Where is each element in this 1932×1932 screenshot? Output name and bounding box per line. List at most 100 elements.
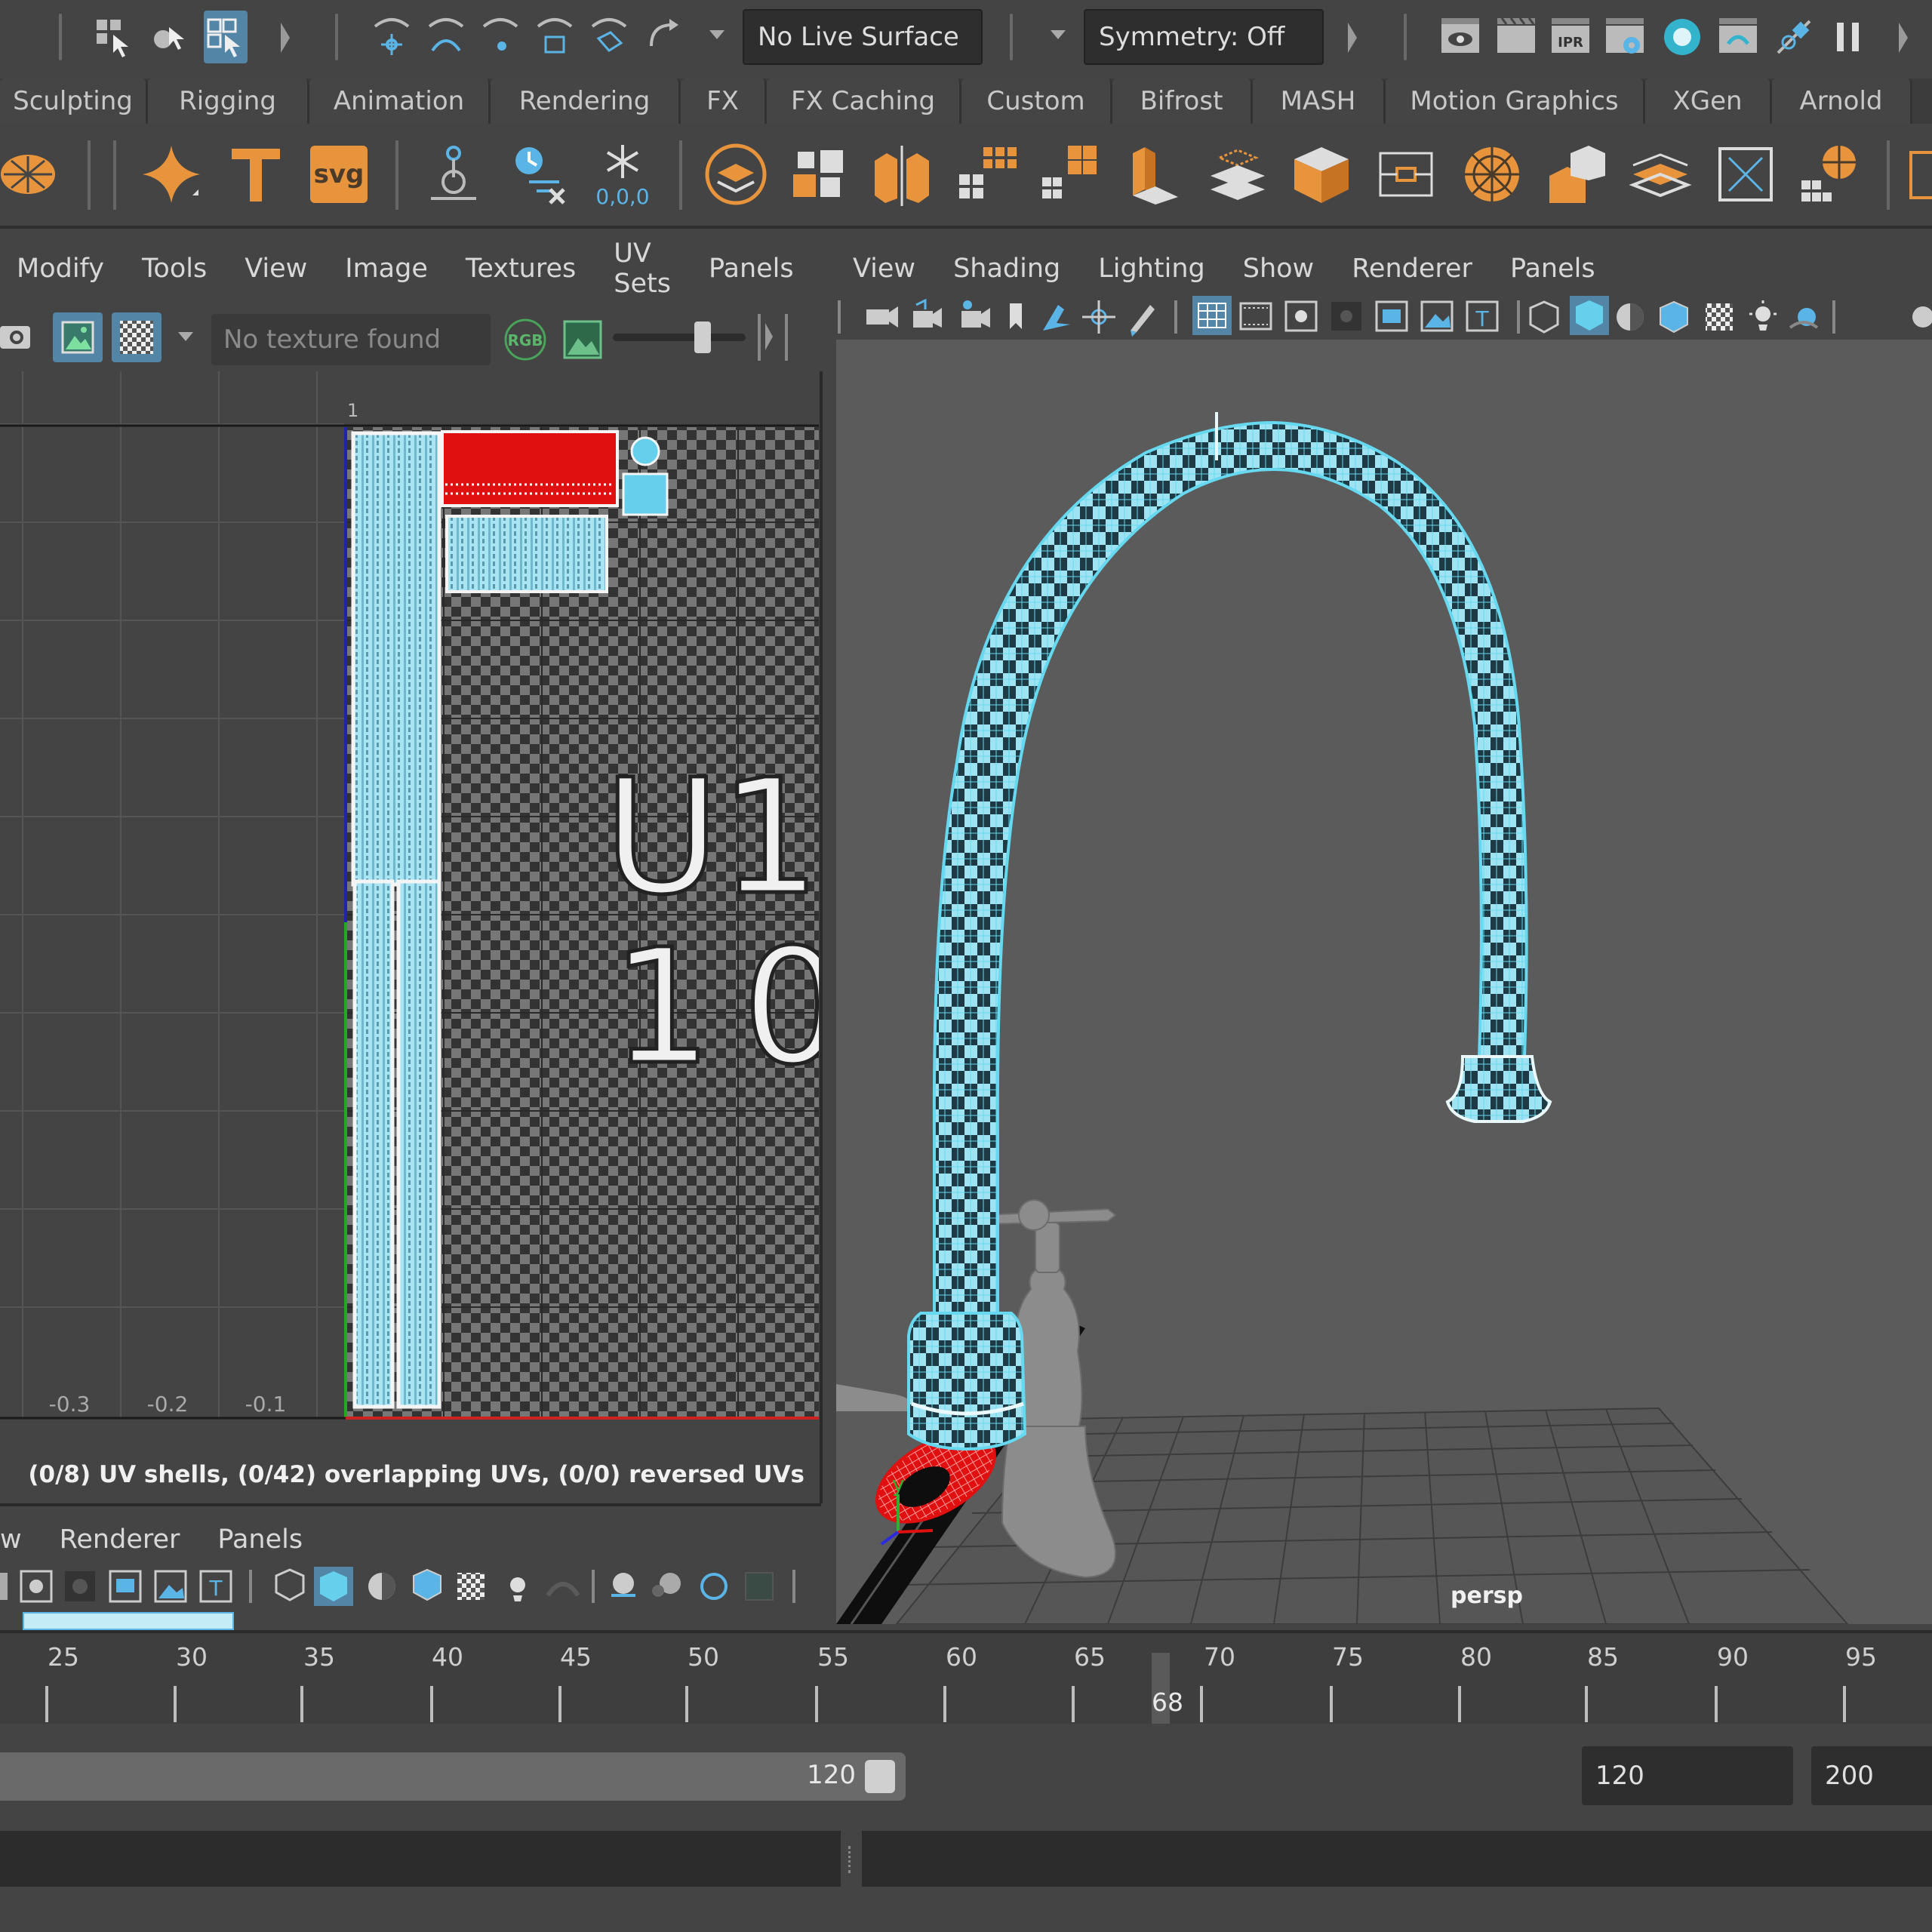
menu-panels[interactable]: Panels — [709, 254, 794, 284]
snapshot-icon[interactable] — [0, 314, 35, 356]
tab-rendering[interactable]: Rendering — [491, 78, 681, 124]
aerator-wireframe[interactable] — [1445, 1055, 1552, 1123]
stacked-planes-icon[interactable] — [1204, 140, 1272, 208]
star-icon[interactable] — [137, 140, 205, 208]
cube-icon[interactable] — [1287, 140, 1355, 208]
collapse-arrow-icon[interactable] — [765, 323, 773, 350]
ambient-occlusion-icon[interactable] — [613, 1573, 634, 1594]
snap-to-curve-icon[interactable] — [424, 11, 468, 63]
spout-wireframe[interactable] — [932, 420, 1528, 1383]
rgb-channel-icon[interactable]: RGB — [503, 317, 548, 362]
menu-view-cut[interactable]: w — [0, 1524, 22, 1555]
base-sleeve-wireframe[interactable] — [907, 1312, 1027, 1451]
tab-sculpting[interactable]: Sculpting — [0, 78, 148, 124]
viewport-canvas[interactable]: y persp — [836, 340, 1932, 1624]
menu-textures[interactable]: Textures — [466, 254, 576, 284]
blocks-icon[interactable] — [785, 140, 853, 208]
menu-panels[interactable]: Panels — [217, 1524, 303, 1555]
hypershade-icon[interactable] — [1660, 11, 1704, 63]
tab-custom[interactable]: Custom — [961, 78, 1112, 124]
use-all-lights-icon[interactable] — [1755, 306, 1770, 321]
pause-icon[interactable] — [1826, 11, 1870, 63]
layered-planes-icon[interactable] — [1627, 140, 1695, 208]
snowflake-reset-icon[interactable]: 0,0,0 — [589, 140, 657, 208]
image-adjust-icon[interactable] — [561, 318, 604, 361]
uv-shell-cap[interactable] — [630, 436, 660, 466]
snap-to-point-icon[interactable] — [478, 11, 522, 63]
textured-icon[interactable] — [457, 1573, 485, 1600]
snap-together-icon[interactable] — [643, 11, 687, 63]
duplicate-cube-icon[interactable] — [1543, 140, 1611, 208]
max-frame-field[interactable]: 200 — [1811, 1746, 1932, 1805]
menu-view[interactable]: View — [245, 254, 307, 284]
wireframe-icon[interactable] — [1529, 300, 1559, 334]
mel-input-field[interactable] — [0, 1831, 841, 1887]
tab-xgen[interactable]: XGen — [1645, 78, 1772, 124]
render-view-icon[interactable] — [1438, 11, 1482, 63]
symmetry-field[interactable]: Symmetry: Off — [1084, 9, 1324, 65]
render-sequence-icon[interactable] — [1716, 11, 1760, 63]
texture-field[interactable]: No texture found — [211, 314, 491, 365]
bookmark-icon[interactable] — [1010, 303, 1022, 329]
range-slider-handle[interactable] — [865, 1760, 895, 1793]
camera-attributes-icon[interactable] — [961, 311, 981, 328]
snap-to-grid-icon[interactable] — [370, 11, 414, 63]
display-image-icon[interactable] — [53, 312, 103, 362]
shadows-icon[interactable] — [546, 1582, 580, 1597]
splitter-handle[interactable] — [848, 1846, 854, 1873]
menu-modify[interactable]: Modify — [17, 254, 104, 284]
ipr-render-icon[interactable]: IPR — [1549, 11, 1592, 63]
bounding-box-icon[interactable] — [1372, 140, 1440, 208]
text-icon[interactable] — [222, 140, 290, 208]
depth-of-field-icon[interactable] — [745, 1572, 774, 1601]
camera-icon[interactable] — [866, 309, 889, 325]
checker-icon[interactable] — [112, 312, 162, 362]
make-live-icon[interactable] — [587, 11, 631, 63]
uv-shell-spout-lower-a[interactable] — [352, 879, 395, 1409]
image-plane-icon[interactable] — [1043, 305, 1070, 331]
snap-to-view-plane-icon[interactable] — [533, 11, 577, 63]
wheel-icon[interactable] — [1458, 140, 1526, 208]
light-icon[interactable] — [510, 1577, 525, 1592]
wireframe-on-shaded-icon[interactable] — [413, 1568, 441, 1601]
menu-renderer[interactable]: Renderer — [1352, 254, 1472, 284]
collapse-arrow-icon[interactable] — [1348, 23, 1357, 53]
menu-view[interactable]: View — [853, 254, 915, 284]
collapse-arrow-icon[interactable] — [1899, 23, 1908, 53]
dropdown-arrow-icon[interactable] — [178, 332, 193, 341]
tab-mash[interactable]: MASH — [1253, 78, 1386, 124]
extrude-block-icon[interactable] — [1120, 140, 1188, 208]
uv-canvas[interactable]: 1 U1 10 — [0, 371, 819, 1503]
time-editor-icon[interactable] — [504, 140, 572, 208]
sphere-grid-icon[interactable] — [1795, 140, 1863, 208]
stacked-cubes-icon[interactable] — [1035, 140, 1103, 208]
uv-shell-small[interactable] — [622, 472, 669, 516]
exposure-slider-track[interactable] — [613, 334, 746, 341]
mirror-cube-icon[interactable] — [868, 140, 936, 208]
menu-image[interactable]: Image — [345, 254, 428, 284]
tab-fx-caching[interactable]: FX Caching — [767, 78, 961, 124]
live-surface-field[interactable]: No Live Surface — [743, 9, 983, 65]
tab-arnold[interactable]: Arnold — [1772, 78, 1912, 124]
end-frame-field[interactable]: 120 — [1582, 1746, 1793, 1805]
camera-lock-icon[interactable] — [913, 311, 933, 328]
type-tool-icon[interactable] — [420, 140, 488, 208]
satellite-icon[interactable] — [1772, 11, 1816, 63]
tab-motion-graphics[interactable]: Motion Graphics — [1386, 78, 1645, 124]
grease-pencil-icon[interactable] — [1131, 305, 1155, 332]
ambient-occlusion-icon[interactable] — [1912, 306, 1932, 328]
textured-icon[interactable] — [1706, 303, 1733, 331]
svg-icon[interactable]: svg — [305, 140, 373, 208]
menu-tools[interactable]: Tools — [142, 254, 207, 284]
grid-cubes-icon[interactable] — [952, 140, 1020, 208]
sphere-icon[interactable] — [0, 140, 63, 208]
tab-fx[interactable]: FX — [681, 78, 767, 124]
select-by-component-icon[interactable] — [204, 11, 248, 63]
uv-shell-spout-lower-b[interactable] — [396, 879, 441, 1409]
render-settings-icon[interactable] — [1603, 11, 1647, 63]
cut-off-icon[interactable] — [1909, 151, 1932, 199]
tab-animation[interactable]: Animation — [309, 78, 491, 124]
menu-panels[interactable]: Panels — [1510, 254, 1595, 284]
wireframe-cube-icon[interactable] — [275, 1568, 305, 1601]
anti-aliasing-icon[interactable] — [700, 1573, 728, 1600]
